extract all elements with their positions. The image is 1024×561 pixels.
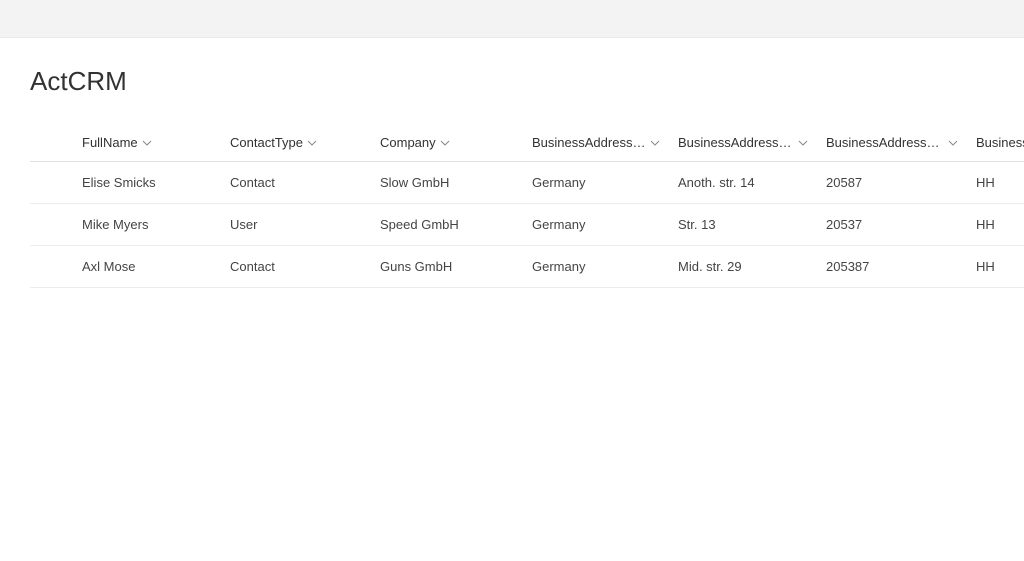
cell-company: Speed GmbH (376, 203, 528, 245)
column-header-state[interactable]: Business (972, 125, 1024, 161)
cell-country: Germany (528, 203, 674, 245)
table-row[interactable]: Mike Myers User Speed GmbH Germany Str. … (30, 203, 1024, 245)
cell-addressline: Mid. str. 29 (674, 245, 822, 287)
cell-country: Germany (528, 245, 674, 287)
spacer-cell (30, 245, 78, 287)
cell-addressline: Anoth. str. 14 (674, 161, 822, 203)
cell-postal: 20587 (822, 161, 972, 203)
cell-fullname: Mike Myers (78, 203, 226, 245)
cell-fullname: Elise Smicks (78, 161, 226, 203)
cell-postal: 205387 (822, 245, 972, 287)
chevron-down-icon (307, 138, 317, 148)
column-header-company[interactable]: Company (376, 125, 528, 161)
cell-state: HH (972, 161, 1024, 203)
column-label: ContactType (230, 135, 303, 150)
cell-postal: 20537 (822, 203, 972, 245)
page-title: ActCRM (30, 66, 1024, 97)
column-label: FullName (82, 135, 138, 150)
cell-country: Germany (528, 161, 674, 203)
cell-company: Guns GmbH (376, 245, 528, 287)
spacer-cell (30, 203, 78, 245)
top-banner (0, 0, 1024, 38)
chevron-down-icon (948, 138, 958, 148)
chevron-down-icon (440, 138, 450, 148)
column-header-postal[interactable]: BusinessAddressPo... (822, 125, 972, 161)
chevron-down-icon (142, 138, 152, 148)
column-label: Business (976, 135, 1024, 150)
cell-fullname: Axl Mose (78, 245, 226, 287)
cell-state: HH (972, 245, 1024, 287)
column-header-country[interactable]: BusinessAddressCo... (528, 125, 674, 161)
spacer-header (30, 125, 78, 161)
spacer-cell (30, 161, 78, 203)
table-row[interactable]: Elise Smicks Contact Slow GmbH Germany A… (30, 161, 1024, 203)
chevron-down-icon (798, 138, 808, 148)
table-row[interactable]: Axl Mose Contact Guns GmbH Germany Mid. … (30, 245, 1024, 287)
data-grid: FullName ContactType (30, 125, 1024, 288)
column-header-contacttype[interactable]: ContactType (226, 125, 376, 161)
column-header-addressline[interactable]: BusinessAddressLin... (674, 125, 822, 161)
cell-addressline: Str. 13 (674, 203, 822, 245)
cell-company: Slow GmbH (376, 161, 528, 203)
cell-state: HH (972, 203, 1024, 245)
column-label: Company (380, 135, 436, 150)
cell-contacttype: Contact (226, 161, 376, 203)
chevron-down-icon (650, 138, 660, 148)
column-label: BusinessAddressCo... (532, 135, 646, 150)
table-header-row: FullName ContactType (30, 125, 1024, 161)
cell-contacttype: Contact (226, 245, 376, 287)
column-header-fullname[interactable]: FullName (78, 125, 226, 161)
column-label: BusinessAddressPo... (826, 135, 944, 150)
cell-contacttype: User (226, 203, 376, 245)
column-label: BusinessAddressLin... (678, 135, 794, 150)
